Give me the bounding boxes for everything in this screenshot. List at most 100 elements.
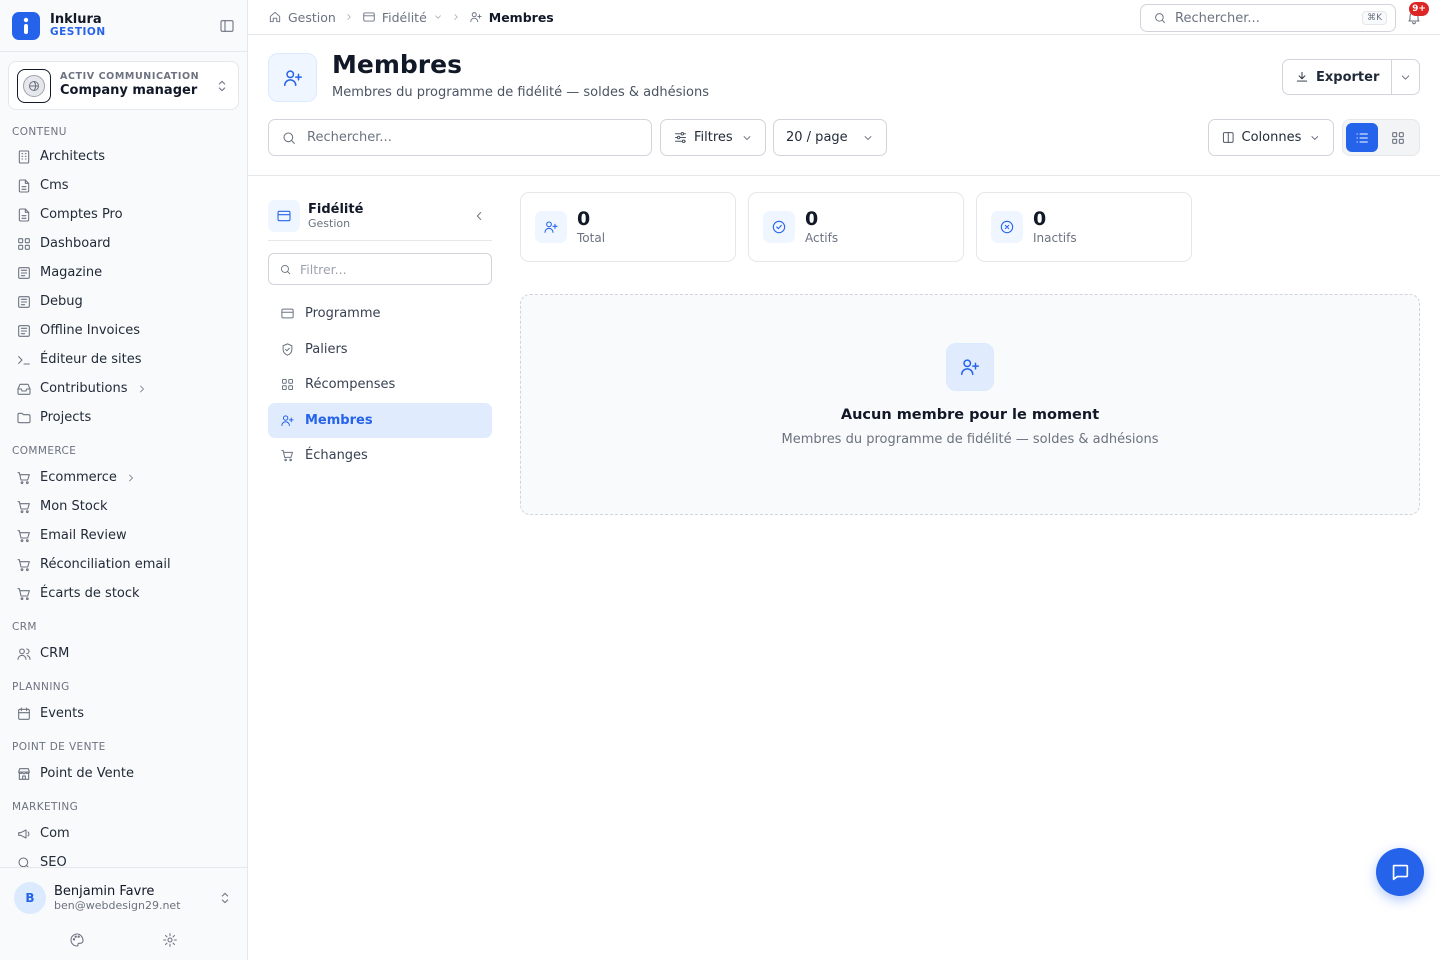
- newspaper-icon: [18, 295, 30, 308]
- columns-button[interactable]: Colonnes: [1208, 119, 1334, 156]
- search-placeholder: Rechercher...: [307, 130, 392, 145]
- chevron-down-icon: [1311, 135, 1319, 140]
- export-button-group: Exporter: [1282, 59, 1420, 95]
- sidebar-item-magazine[interactable]: Magazine: [0, 258, 247, 287]
- chevron-right-icon: [128, 474, 133, 481]
- export-button[interactable]: Exporter: [1283, 60, 1393, 94]
- newspaper-icon: [18, 266, 30, 279]
- user-menu[interactable]: B Benjamin Favre ben@webdesign29.net: [0, 868, 247, 914]
- sidebar-item-dashboard[interactable]: Dashboard: [0, 229, 247, 258]
- sidebar-item-ecarts-stock[interactable]: Écarts de stock: [0, 579, 247, 608]
- credit-card-icon: [363, 12, 375, 22]
- sidebar-item-crm[interactable]: CRM: [0, 639, 247, 668]
- subnav-filter-input[interactable]: Filtrer...: [268, 253, 492, 285]
- chevron-left-icon[interactable]: [472, 209, 486, 223]
- sidebar-item-projects[interactable]: Projects: [0, 403, 247, 432]
- subnav-item-paliers[interactable]: Paliers: [268, 332, 492, 367]
- search-icon: [18, 856, 30, 867]
- sidebar-item-label: Dashboard: [40, 236, 111, 251]
- list-icon: [1356, 132, 1368, 143]
- chevrons-up-down-icon: [217, 890, 233, 906]
- empty-state: Aucun membre pour le moment Membres du p…: [520, 294, 1420, 515]
- grid-icon: [18, 237, 30, 250]
- org-switcher[interactable]: ACTIV COMMUNICATION Company manager: [8, 61, 239, 110]
- sidebar-item-label: Magazine: [40, 265, 103, 280]
- sidebar-item-contributions[interactable]: Contributions: [0, 374, 247, 403]
- sidebar-item-label: Email Review: [40, 528, 127, 543]
- global-search-input[interactable]: Rechercher... ⌘K: [1140, 4, 1396, 32]
- sidebar-item-comptes-pro[interactable]: Comptes Pro: [0, 200, 247, 229]
- subnav-item-membres[interactable]: Membres: [268, 402, 492, 438]
- sidebar-item-label: Com: [40, 826, 70, 841]
- subnav-item-label: Programme: [305, 306, 381, 321]
- stat-label: Inactifs: [1033, 231, 1077, 246]
- chat-button[interactable]: [1376, 848, 1424, 896]
- folder-icon: [17, 412, 31, 423]
- message-square-icon: [1392, 864, 1409, 881]
- breadcrumb-home-label: Gestion: [288, 9, 336, 25]
- user-email: ben@webdesign29.net: [54, 899, 181, 913]
- sidebar-item-offline-invoices[interactable]: Offline Invoices: [0, 316, 247, 345]
- subnav-item-programme[interactable]: Programme: [268, 296, 492, 331]
- page-subtitle: Membres du programme de fidélité — solde…: [332, 85, 709, 100]
- sidebar-item-email-review[interactable]: Email Review: [0, 521, 247, 550]
- sidebar-item-seo[interactable]: SEO: [0, 848, 247, 867]
- sidebar-item-label: Ecommerce: [40, 470, 117, 485]
- chevron-down-icon: [743, 135, 751, 140]
- columns-label: Colonnes: [1241, 130, 1302, 145]
- credit-card-icon: [268, 200, 300, 232]
- subnav-item-echanges[interactable]: Échanges: [268, 438, 492, 473]
- sidebar-item-point-de-vente[interactable]: Point de Vente: [0, 759, 247, 788]
- export-dropdown-button[interactable]: [1392, 71, 1419, 84]
- gear-icon[interactable]: [162, 932, 178, 948]
- sidebar-item-label: Cms: [40, 178, 69, 193]
- sidebar-item-debug[interactable]: Debug: [0, 287, 247, 316]
- subnav-item-recompenses[interactable]: Récompenses: [268, 367, 492, 402]
- avatar: B: [14, 882, 46, 914]
- sidebar-item-com[interactable]: Com: [0, 819, 247, 848]
- subnav-item-label: Paliers: [305, 341, 348, 357]
- sidebar-item-cms[interactable]: Cms: [0, 171, 247, 200]
- sidebar-item-label: Écarts de stock: [40, 586, 140, 601]
- sidebar-item-label: Events: [40, 706, 85, 721]
- sidebar-item-label: Comptes Pro: [40, 207, 123, 222]
- nav-section-crm: CRM: [12, 621, 37, 633]
- list-view-button[interactable]: [1346, 123, 1378, 152]
- sidebar-item-editeur-sites[interactable]: Éditeur de sites: [0, 345, 247, 374]
- cart-icon: [17, 587, 30, 600]
- stat-value: 0: [1033, 208, 1047, 231]
- page-header: Membres Membres du programme de fidélité…: [248, 35, 1440, 176]
- palette-icon[interactable]: [69, 932, 85, 948]
- stat-card-inactifs: 0 Inactifs: [976, 192, 1192, 262]
- search-input[interactable]: Rechercher...: [268, 119, 652, 156]
- subnav-filter-placeholder: Filtrer...: [300, 261, 347, 277]
- page-size-select[interactable]: 20 / page: [773, 119, 887, 156]
- page-size-label: 20 / page: [786, 130, 848, 145]
- user-plus-icon: [268, 53, 317, 102]
- breadcrumb-home[interactable]: Gestion: [268, 10, 336, 25]
- sidebar-item-label: Offline Invoices: [40, 323, 141, 338]
- sidebar-item-mon-stock[interactable]: Mon Stock: [0, 492, 247, 521]
- file-text-icon: [18, 207, 30, 222]
- brand-logo-icon[interactable]: [12, 11, 40, 40]
- filters-button[interactable]: Filtres: [660, 119, 766, 156]
- chevrons-up-down-icon: [214, 78, 230, 94]
- sidebar-item-ecommerce[interactable]: Ecommerce: [0, 463, 247, 492]
- sidebar-item-label: Projects: [40, 410, 92, 425]
- sidebar-item-label: Réconciliation email: [40, 557, 171, 572]
- sidebar-item-label: CRM: [40, 646, 70, 661]
- sidebar-item-reconciliation-email[interactable]: Réconciliation email: [0, 550, 247, 579]
- sidebar-item-label: SEO: [40, 855, 67, 867]
- users-icon: [17, 647, 31, 660]
- breadcrumb-section[interactable]: Fidélité: [362, 10, 443, 25]
- chevron-right-icon: [344, 12, 354, 22]
- sidebar-toggle-icon[interactable]: [219, 18, 235, 34]
- grid-view-button[interactable]: [1382, 123, 1414, 152]
- sidebar-item-label: Mon Stock: [40, 499, 108, 514]
- nav-section-commerce: COMMERCE: [12, 445, 77, 457]
- sidebar-item-label: Point de Vente: [40, 766, 135, 781]
- sidebar-item-events[interactable]: Events: [0, 699, 247, 728]
- notification-badge: 9+: [1409, 2, 1429, 16]
- user-plus-icon: [946, 343, 994, 391]
- sidebar-item-architects[interactable]: Architects: [0, 142, 247, 171]
